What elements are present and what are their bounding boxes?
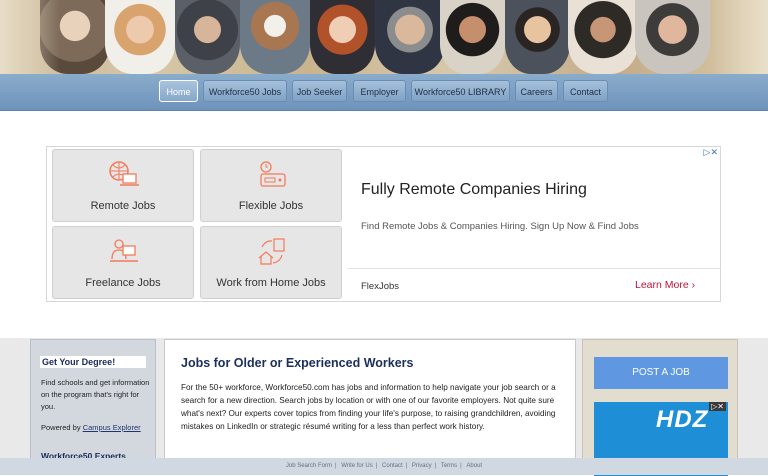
footer-links: Job Search Form | Write for Us | Contact | … [0,458,768,475]
footer-about-link[interactable]: About [466,463,482,469]
degree-title: Get Your Degree! [40,356,146,368]
flexjobs-ad[interactable]: ▷✕ Remote Jobs Flexible Jobs Freelance J… [46,146,721,302]
ad-tile-remote-jobs[interactable]: Remote Jobs [52,149,194,222]
degree-text: Find schools and get information on the … [41,378,150,411]
campus-explorer-link[interactable]: Campus Explorer [83,423,141,432]
ad-choices-icon[interactable]: ▷✕ [704,147,718,158]
ad-choices-icon[interactable]: ▷✕ [709,402,726,411]
footer-contact-link[interactable]: Contact [382,463,403,469]
nav-employer[interactable]: Employer [353,80,406,102]
ad-headline[interactable]: Fully Remote Companies Hiring [361,181,587,199]
globe-laptop-icon [109,161,139,186]
ad-tile-flexible-jobs[interactable]: Flexible Jobs [200,149,342,222]
nav-workforce50-jobs[interactable]: Workforce50 Jobs [203,80,287,102]
footer-job-search-form-link[interactable]: Job Search Form [286,463,332,469]
nav-job-seeker[interactable]: Job Seeker [292,80,347,102]
ad-tile-freelance-jobs[interactable]: Freelance Jobs [52,226,194,299]
main-nav: Home Workforce50 Jobs Job Seeker Employe… [0,74,768,111]
intro-text: For the 50+ workforce, Workforce50.com h… [181,383,556,431]
ad-description: Find Remote Jobs & Companies Hiring. Sig… [361,221,639,232]
right-sidebar: POST A JOB ▷✕ HDZ [582,339,738,476]
page-title: Jobs for Older or Experienced Workers [181,356,414,370]
ad-tile-work-from-home-jobs[interactable]: Work from Home Jobs [200,226,342,299]
post-job-button[interactable]: POST A JOB [594,357,728,389]
clock-panel-icon [260,161,286,187]
footer-write-for-us-link[interactable]: Write for Us [341,463,373,469]
powered-by: Powered by Campus Explorer [41,423,141,432]
footer-privacy-link[interactable]: Privacy [412,463,432,469]
nav-home[interactable]: Home [159,80,198,102]
nav-careers[interactable]: Careers [515,80,558,102]
ad-tile-label: Freelance Jobs [85,277,161,289]
nav-library[interactable]: Workforce50 LIBRARY [411,80,510,102]
ad-tile-label: Remote Jobs [90,200,156,212]
chevron-right-icon: › [691,279,696,291]
footer-terms-link[interactable]: Terms [441,463,457,469]
ad-tile-label: Work from Home Jobs [216,277,326,289]
main-content: Jobs for Older or Experienced Workers Fo… [164,339,576,475]
person-desk-icon [110,239,138,262]
ad-learn-more-link[interactable]: Learn More › [635,279,695,291]
house-cycle-icon [258,238,285,265]
ad-source: FlexJobs [361,281,400,292]
ad-tile-label: Flexible Jobs [238,200,304,212]
header-banner [0,0,768,74]
nav-contact[interactable]: Contact [563,80,608,102]
degree-sidebar: Get Your Degree! Find schools and get in… [30,339,156,475]
sidebar-ad-logo: HDZ [656,406,709,433]
